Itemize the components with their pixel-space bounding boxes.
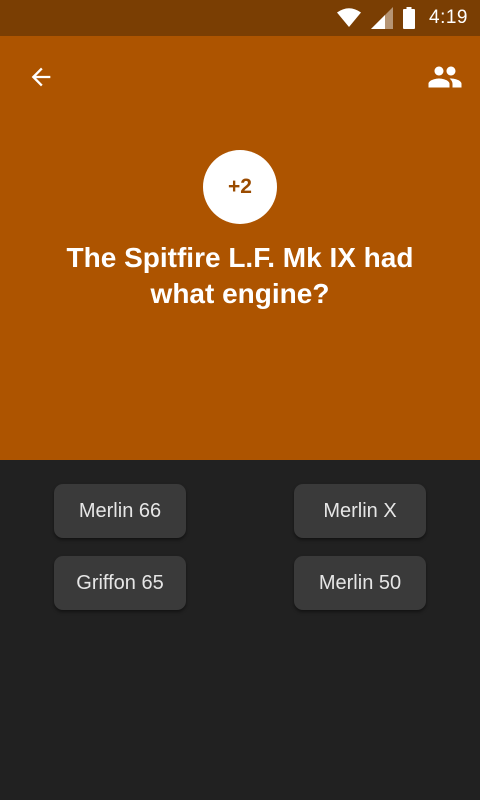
- players-button[interactable]: [424, 58, 466, 100]
- status-icons: 4:19: [337, 0, 468, 36]
- wifi-icon: [337, 8, 362, 28]
- answer-button-merlin-x[interactable]: Merlin X: [294, 484, 426, 538]
- points-badge: +2: [203, 150, 277, 224]
- question-text: The Spitfire L.F. Mk IX had what engine?: [66, 242, 414, 309]
- answer-button-merlin-66[interactable]: Merlin 66: [54, 484, 186, 538]
- arrow-back-icon: [27, 63, 55, 96]
- status-time: 4:19: [429, 7, 468, 28]
- answer-button-merlin-50[interactable]: Merlin 50: [294, 556, 426, 610]
- question-header: +2 The Spitfire L.F. Mk IX had what engi…: [0, 36, 480, 460]
- answer-button-griffon-65[interactable]: Griffon 65: [54, 556, 186, 610]
- people-icon: [427, 59, 463, 100]
- battery-icon: [403, 7, 416, 29]
- status-bar: 4:19: [0, 0, 480, 36]
- answer-grid: Merlin 66 Merlin X Griffon 65 Merlin 50: [0, 460, 480, 800]
- back-button[interactable]: [20, 58, 62, 100]
- signal-icon: [371, 7, 394, 29]
